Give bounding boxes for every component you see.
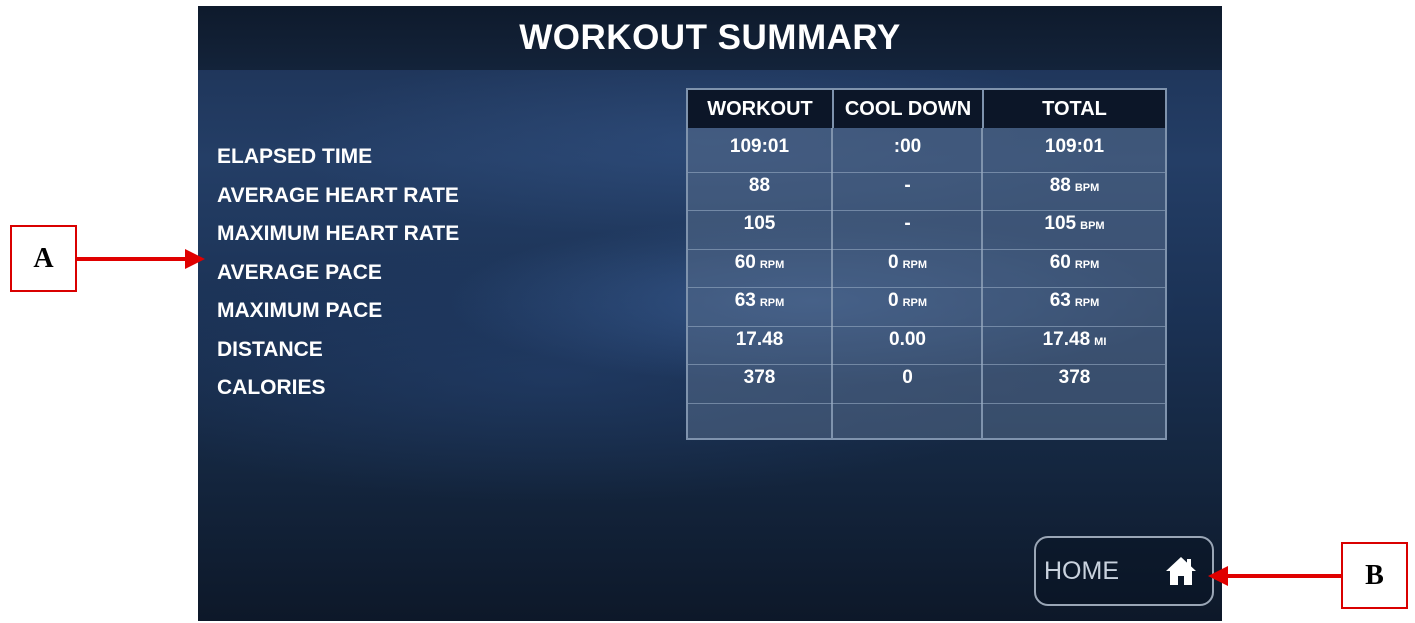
home-button[interactable]: HOME bbox=[1034, 536, 1214, 606]
table-cell: 88 BPM bbox=[984, 167, 1165, 206]
cell-value: 378 bbox=[1058, 367, 1091, 388]
callout-label-a: A bbox=[10, 225, 77, 292]
cell-value: 0 bbox=[887, 290, 899, 311]
table-cell: 88 bbox=[688, 167, 831, 206]
page-title: WORKOUT SUMMARY bbox=[519, 18, 901, 57]
row-label-maximum-pace: MAXIMUM PACE bbox=[217, 299, 383, 322]
cell-value: 109:01 bbox=[1044, 136, 1105, 157]
summary-table: WORKOUT COOL DOWN TOTAL 109:01 :00 109:01 8… bbox=[686, 88, 1167, 440]
table-cell: 63 RPM bbox=[984, 282, 1165, 321]
row-label-elapsed-time: ELAPSED TIME bbox=[217, 145, 373, 168]
cell-value: 60 bbox=[734, 251, 756, 273]
cell-value: 105 bbox=[743, 213, 776, 234]
cell-value: 105 bbox=[1044, 213, 1077, 234]
cell-value: - bbox=[904, 213, 911, 234]
cell-unit: BPM bbox=[1080, 220, 1105, 232]
table-cell: 0 bbox=[834, 359, 981, 398]
table-cell: 60 RPM bbox=[688, 244, 831, 283]
cell-value: - bbox=[904, 174, 911, 196]
table-cell: 63 RPM bbox=[688, 282, 831, 321]
callout-arrow-b bbox=[1208, 566, 1342, 586]
cell-value: 17.48 bbox=[1042, 328, 1091, 350]
cell-unit: BPM bbox=[1074, 181, 1100, 194]
cell-value: 88 bbox=[1049, 174, 1071, 196]
cell-value: 0 bbox=[902, 367, 913, 388]
table-cell: 0 RPM bbox=[834, 282, 981, 321]
column-header-workout: WORKOUT bbox=[688, 90, 834, 128]
cell-value: 0 bbox=[887, 251, 899, 273]
table-cell: :00 bbox=[834, 128, 981, 167]
home-button-label: HOME bbox=[1044, 556, 1119, 585]
table-cell: 0 RPM bbox=[834, 244, 981, 283]
home-icon bbox=[1166, 557, 1196, 585]
console-screen: WORKOUT SUMMARY ELAPSED TIME AVERAGE HEA… bbox=[198, 6, 1222, 621]
table-cell: 105 BPM bbox=[984, 205, 1165, 244]
cell-value: 17.48 bbox=[735, 328, 784, 350]
row-label-maximum-heart-rate: MAXIMUM HEART RATE bbox=[217, 222, 460, 245]
cell-unit: RPM bbox=[1074, 297, 1100, 309]
row-label-distance: DISTANCE bbox=[217, 337, 323, 361]
row-labels: ELAPSED TIME AVERAGE HEART RATE MAXIMUM … bbox=[217, 138, 459, 408]
table-cell: 109:01 bbox=[984, 128, 1165, 167]
row-label-calories: CALORIES bbox=[217, 376, 326, 399]
table-cell: 109:01 bbox=[688, 128, 831, 167]
table-cell: 17.48 MI bbox=[984, 321, 1165, 360]
column-divider bbox=[831, 128, 833, 440]
table-cell: - bbox=[834, 205, 981, 244]
cell-unit: RPM bbox=[902, 258, 928, 271]
cell-value: 63 bbox=[1049, 290, 1071, 311]
cell-value: 109:01 bbox=[729, 136, 790, 157]
column-header-total: TOTAL bbox=[984, 90, 1165, 128]
row-divider bbox=[688, 402, 1165, 404]
row-label-average-heart-rate: AVERAGE HEART RATE bbox=[217, 183, 459, 207]
cell-value: :00 bbox=[893, 136, 922, 157]
cell-unit: MI bbox=[1094, 335, 1107, 348]
cell-value: 60 bbox=[1049, 251, 1071, 273]
table-cell: - bbox=[834, 167, 981, 206]
cell-unit: RPM bbox=[1074, 258, 1100, 271]
callout-arrow-a bbox=[77, 249, 205, 269]
table-cell: 378 bbox=[984, 359, 1165, 398]
column-divider bbox=[981, 128, 983, 440]
table-cell: 0.00 bbox=[834, 321, 981, 360]
cell-unit: RPM bbox=[902, 297, 928, 309]
title-bar: WORKOUT SUMMARY bbox=[198, 6, 1222, 70]
cell-value: 88 bbox=[748, 174, 771, 196]
cell-value: 63 bbox=[734, 290, 756, 311]
table-cell: 378 bbox=[688, 359, 831, 398]
row-label-average-pace: AVERAGE PACE bbox=[217, 260, 382, 284]
column-header-cool-down: COOL DOWN bbox=[834, 90, 984, 128]
cell-value: 378 bbox=[743, 367, 776, 388]
table-cell: 105 bbox=[688, 205, 831, 244]
cell-value: 0.00 bbox=[889, 328, 926, 350]
cell-unit: RPM bbox=[759, 297, 785, 309]
cell-unit: RPM bbox=[759, 258, 785, 271]
table-cell: 17.48 bbox=[688, 321, 831, 360]
table-cell: 60 RPM bbox=[984, 244, 1165, 283]
callout-label-b: B bbox=[1341, 542, 1408, 609]
